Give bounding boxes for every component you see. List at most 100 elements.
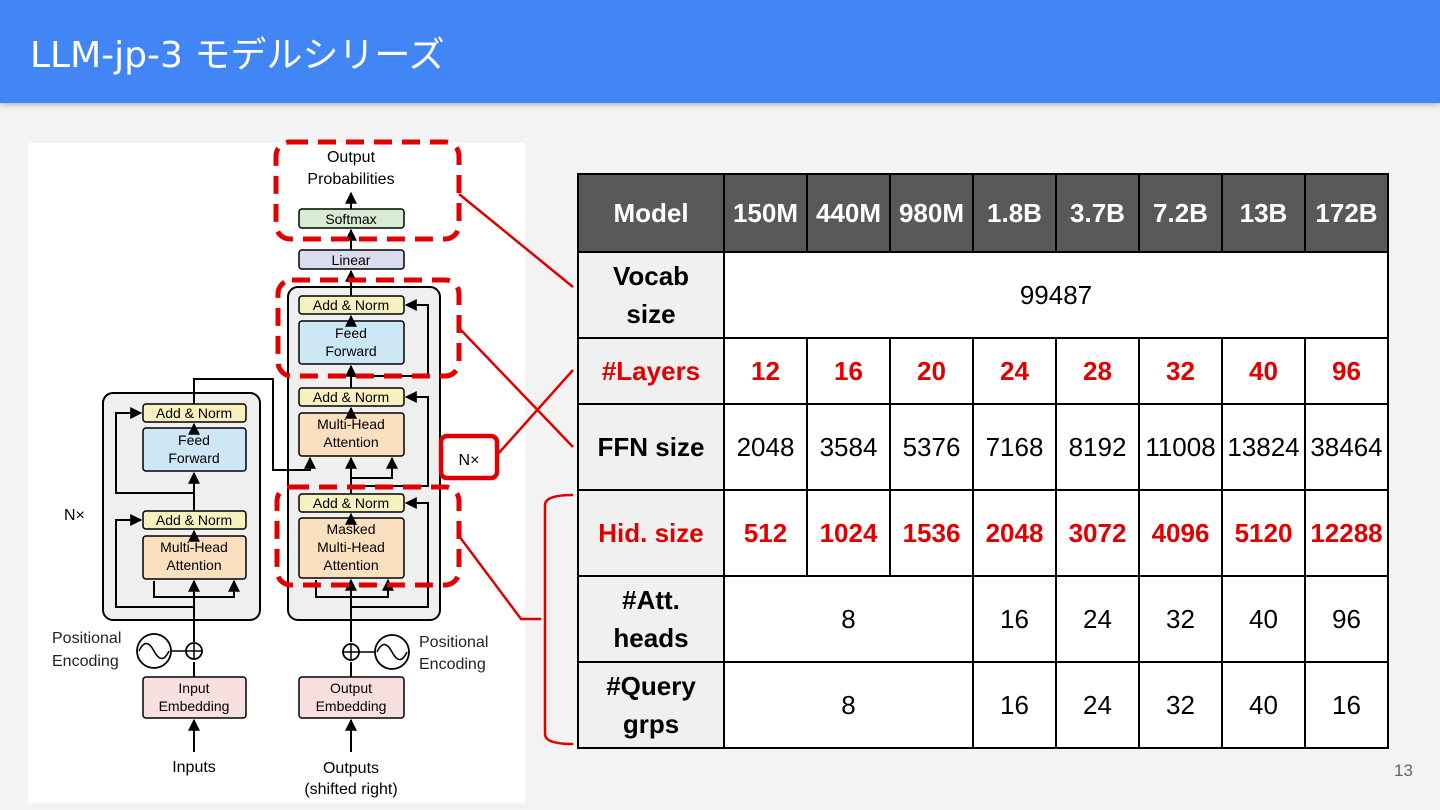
att-heads-cell: 32 [1138, 575, 1223, 663]
decoder-nx-label: N× [459, 452, 480, 469]
layers-cell: 20 [889, 337, 974, 405]
att-heads-label-2: heads [613, 623, 689, 653]
inputs-label: Inputs [172, 759, 216, 776]
header-1-8b: 1.8B [972, 173, 1057, 253]
hid-row: Hid. size 512 1024 1536 2048 3072 4096 5… [577, 489, 1389, 577]
output-probabilities-label-1: Output [327, 149, 376, 166]
input-embedding-label-1: Input [178, 680, 209, 696]
layers-cell: 16 [806, 337, 891, 405]
hid-cell: 512 [723, 489, 808, 577]
decoder-add-norm-mid-label: Add & Norm [313, 389, 389, 405]
outputs-label-1: Outputs [323, 760, 379, 777]
query-grps-cell: 16 [1304, 661, 1389, 749]
query-grps-label-2: grps [622, 709, 680, 739]
header-3-7b: 3.7B [1055, 173, 1140, 253]
encoder-feed-forward-label-1: Feed [178, 432, 210, 448]
decoder-positional-label-2: Encoding [419, 656, 486, 673]
hid-cell: 3072 [1055, 489, 1140, 577]
layers-cell: 40 [1221, 337, 1306, 405]
query-grps-row-label: #Query grps [577, 661, 725, 749]
query-grps-cell: 16 [972, 661, 1057, 749]
att-heads-row: #Att. heads 8 16 24 32 40 96 [577, 575, 1389, 663]
hid-cell: 4096 [1138, 489, 1223, 577]
att-heads-cell: 40 [1221, 575, 1306, 663]
output-embedding-label-1: Output [330, 680, 372, 696]
vocab-label-2: size [626, 299, 676, 329]
ffn-cell: 7168 [972, 403, 1057, 491]
header-13b: 13B [1221, 173, 1306, 253]
table-header-row: Model 150M 440M 980M 1.8B 3.7B 7.2B 13B … [577, 173, 1389, 253]
decoder-cross-attention-label-2: Attention [323, 434, 378, 450]
decoder-add-norm-bottom-label: Add & Norm [313, 495, 389, 511]
hid-cell: 1024 [806, 489, 891, 577]
att-heads-cell: 8 [723, 575, 974, 663]
encoder-add-norm-bottom-label: Add & Norm [156, 512, 232, 528]
query-grps-cell: 24 [1055, 661, 1140, 749]
vocab-value: 99487 [723, 251, 1389, 339]
hid-cell: 12288 [1304, 489, 1389, 577]
page-number: 13 [1394, 761, 1413, 780]
decoder-masked-label-3: Attention [323, 557, 378, 573]
layers-row: #Layers 12 16 20 24 28 32 40 96 [577, 337, 1389, 405]
header-440m: 440M [806, 173, 891, 253]
encoder-positional-label-1: Positional [52, 630, 121, 647]
input-embedding-label-2: Embedding [159, 698, 230, 714]
output-probabilities-label-2: Probabilities [307, 171, 394, 188]
ffn-cell: 5376 [889, 403, 974, 491]
hid-row-label: Hid. size [577, 489, 725, 577]
encoder-multi-head-label-1: Multi-Head [160, 539, 228, 555]
hid-cell: 5120 [1221, 489, 1306, 577]
hid-cell: 2048 [972, 489, 1057, 577]
layers-cell: 24 [972, 337, 1057, 405]
header-7-2b: 7.2B [1138, 173, 1223, 253]
att-heads-cell: 16 [972, 575, 1057, 663]
ffn-row-label: FFN size [577, 403, 725, 491]
decoder-positional-label-1: Positional [419, 634, 488, 651]
output-embedding-label-2: Embedding [316, 698, 387, 714]
model-spec-table: Model 150M 440M 980M 1.8B 3.7B 7.2B 13B … [577, 173, 1389, 749]
att-heads-cell: 96 [1304, 575, 1389, 663]
layers-cell: 28 [1055, 337, 1140, 405]
encoder-add-norm-top-label: Add & Norm [156, 405, 232, 421]
layers-cell: 12 [723, 337, 808, 405]
layers-row-label: #Layers [577, 337, 725, 405]
vocab-label-1: Vocab [612, 261, 690, 291]
outputs-label-2: (shifted right) [304, 781, 397, 798]
header-model: Model [577, 173, 725, 253]
decoder-feed-forward-label-1: Feed [335, 325, 367, 341]
ffn-cell: 3584 [806, 403, 891, 491]
att-heads-row-label: #Att. heads [577, 575, 725, 663]
encoder-positional-label-2: Encoding [52, 653, 119, 670]
encoder-nx-label: N× [64, 507, 85, 524]
vocab-row-label: Vocab size [577, 251, 725, 339]
linear-label: Linear [332, 252, 371, 268]
query-grps-cell: 40 [1221, 661, 1306, 749]
encoder-feed-forward-label-2: Forward [168, 450, 219, 466]
layers-cell: 96 [1304, 337, 1389, 405]
query-grps-cell: 8 [723, 661, 974, 749]
softmax-label: Softmax [325, 211, 376, 227]
query-grps-row: #Query grps 8 16 24 32 40 16 [577, 661, 1389, 749]
ffn-cell: 13824 [1221, 403, 1306, 491]
att-heads-label-1: #Att. [622, 585, 680, 615]
header-980m: 980M [889, 173, 974, 253]
vocab-row: Vocab size 99487 [577, 251, 1389, 339]
decoder-cross-attention-label-1: Multi-Head [317, 416, 385, 432]
encoder-block [102, 392, 261, 621]
encoder-multi-head-label-2: Attention [166, 557, 221, 573]
hid-cell: 1536 [889, 489, 974, 577]
header-150m: 150M [723, 173, 808, 253]
ffn-cell: 2048 [723, 403, 808, 491]
ffn-cell: 38464 [1304, 403, 1389, 491]
query-grps-cell: 32 [1138, 661, 1223, 749]
decoder-masked-label-1: Masked [326, 521, 375, 537]
layers-cell: 32 [1138, 337, 1223, 405]
ffn-row: FFN size 2048 3584 5376 7168 8192 11008 … [577, 403, 1389, 491]
decoder-feed-forward-label-2: Forward [325, 343, 376, 359]
decoder-masked-label-2: Multi-Head [317, 539, 385, 555]
decoder-add-norm-top-label: Add & Norm [313, 297, 389, 313]
ffn-cell: 11008 [1138, 403, 1223, 491]
ffn-cell: 8192 [1055, 403, 1140, 491]
query-grps-label-1: #Query [606, 671, 696, 701]
att-heads-cell: 24 [1055, 575, 1140, 663]
